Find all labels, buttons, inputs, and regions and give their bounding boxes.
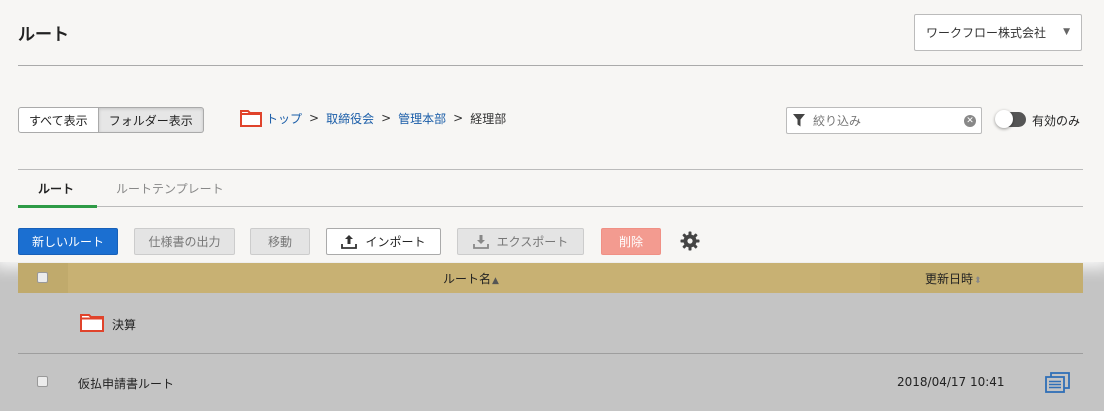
breadcrumb-top-link[interactable]: トップ — [266, 110, 302, 127]
column-header-updated-label: 更新日時 — [925, 272, 974, 286]
export-label: エクスポート — [496, 235, 569, 249]
select-all-checkbox[interactable] — [37, 272, 48, 283]
breadcrumb-board-link[interactable]: 取締役会 — [326, 110, 374, 127]
breadcrumb-separator: > — [453, 111, 464, 125]
breadcrumb-separator: > — [309, 111, 320, 125]
chevron-down-icon: ▼ — [1063, 27, 1070, 37]
folder-name-link[interactable]: 決算 — [112, 316, 136, 333]
breadcrumb-separator: > — [381, 111, 392, 125]
tab-route[interactable]: ルート — [38, 180, 74, 197]
filter-placeholder: 絞り込み — [813, 114, 862, 128]
header-checkbox-cell — [18, 263, 68, 293]
active-only-toggle[interactable] — [995, 110, 1026, 128]
folder-view-button[interactable]: フォルダー表示 — [98, 107, 204, 133]
route-updated-date: 2018/04/17 10:41 — [897, 375, 1005, 389]
company-select-value: ワークフロー株式会社 — [926, 26, 1047, 40]
company-select[interactable]: ワークフロー株式会社 ▼ — [914, 14, 1082, 51]
breadcrumb-current: 経理部 — [470, 111, 507, 126]
filter-input[interactable]: 絞り込み ✕ — [786, 107, 982, 134]
active-only-label: 有効のみ — [1032, 114, 1081, 128]
column-header-name-label: ルート名 — [443, 272, 492, 286]
folder-icon — [80, 314, 104, 332]
filter-icon — [793, 114, 805, 127]
breadcrumb: トップ > 取締役会 > 管理本部 > 経理部 — [240, 109, 506, 127]
export-button[interactable]: エクスポート — [457, 228, 584, 255]
divider — [18, 169, 1083, 170]
sort-icon: ⬍ — [974, 276, 982, 286]
row-checkbox[interactable] — [37, 376, 48, 387]
row-divider — [18, 353, 1083, 354]
download-icon — [472, 235, 489, 249]
document-list-icon[interactable] — [1044, 372, 1070, 394]
divider — [97, 206, 1083, 207]
sort-asc-icon: ▲ — [492, 276, 499, 286]
divider — [18, 65, 1083, 66]
column-header-name[interactable]: ルート名▲ — [443, 270, 499, 287]
import-button[interactable]: インポート — [326, 228, 441, 255]
table-header — [18, 263, 1083, 293]
page-title: ルート — [18, 25, 69, 45]
active-tab-indicator — [18, 205, 97, 208]
column-header-updated[interactable]: 更新日時⬍ — [925, 270, 982, 287]
breadcrumb-management-link[interactable]: 管理本部 — [398, 110, 446, 127]
folder-icon — [240, 110, 262, 127]
gear-icon[interactable] — [680, 231, 700, 251]
delete-button[interactable]: 削除 — [601, 228, 661, 255]
show-all-button[interactable]: すべて表示 — [18, 107, 99, 133]
move-button[interactable]: 移動 — [250, 228, 310, 255]
import-label: インポート — [365, 235, 426, 249]
new-route-button[interactable]: 新しいルート — [18, 228, 118, 255]
upload-icon — [341, 235, 358, 249]
toggle-knob — [995, 110, 1013, 128]
route-name-link[interactable]: 仮払申請書ルート — [78, 375, 174, 392]
tab-route-template[interactable]: ルートテンプレート — [116, 180, 224, 197]
spec-output-button[interactable]: 仕様書の出力 — [134, 228, 235, 255]
view-toggle: すべて表示 フォルダー表示 — [18, 107, 204, 133]
clear-icon[interactable]: ✕ — [964, 115, 976, 127]
